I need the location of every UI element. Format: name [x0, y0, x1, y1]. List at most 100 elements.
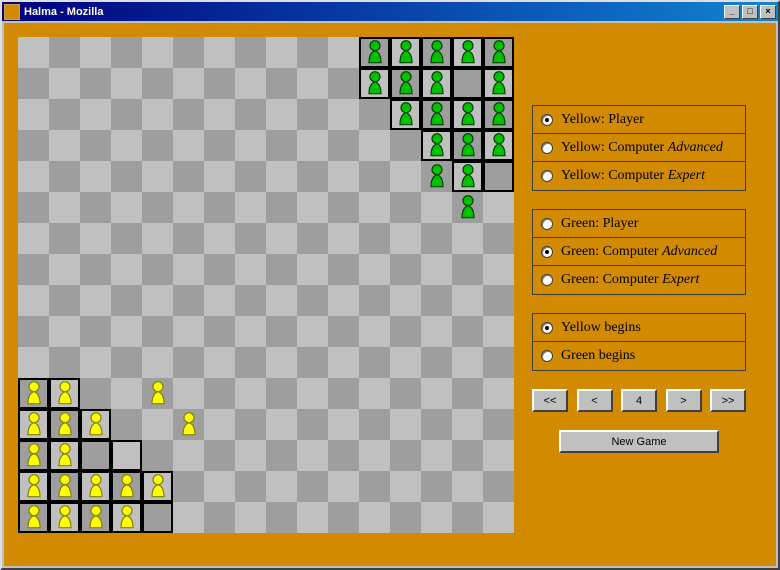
board-square[interactable]	[80, 68, 111, 99]
board-square[interactable]	[173, 223, 204, 254]
board-square[interactable]	[359, 68, 390, 99]
board-square[interactable]	[111, 68, 142, 99]
board-square[interactable]	[235, 68, 266, 99]
board-square[interactable]	[111, 378, 142, 409]
board-square[interactable]	[18, 347, 49, 378]
board-square[interactable]	[111, 347, 142, 378]
board-square[interactable]	[266, 192, 297, 223]
board-square[interactable]	[49, 471, 80, 502]
board-square[interactable]	[204, 254, 235, 285]
board-square[interactable]	[80, 192, 111, 223]
yellow-piece[interactable]	[23, 472, 45, 498]
board-square[interactable]	[328, 409, 359, 440]
board-square[interactable]	[80, 254, 111, 285]
board-square[interactable]	[80, 440, 111, 471]
board-square[interactable]	[390, 99, 421, 130]
begins-option-yellow[interactable]: Yellow begins	[533, 314, 745, 342]
green-option-player[interactable]: Green: Player	[533, 210, 745, 238]
board-square[interactable]	[18, 192, 49, 223]
board-square[interactable]	[173, 161, 204, 192]
board-square[interactable]	[452, 378, 483, 409]
board-square[interactable]	[452, 471, 483, 502]
board-square[interactable]	[483, 223, 514, 254]
board-square[interactable]	[483, 254, 514, 285]
board-square[interactable]	[483, 409, 514, 440]
board-square[interactable]	[297, 440, 328, 471]
board-square[interactable]	[204, 471, 235, 502]
board-square[interactable]	[173, 99, 204, 130]
board-square[interactable]	[483, 471, 514, 502]
yellow-piece[interactable]	[116, 503, 138, 529]
board-square[interactable]	[452, 316, 483, 347]
yellow-piece[interactable]	[54, 472, 76, 498]
green-piece[interactable]	[426, 131, 448, 157]
board-square[interactable]	[18, 409, 49, 440]
board-square[interactable]	[297, 99, 328, 130]
green-piece[interactable]	[426, 100, 448, 126]
board-square[interactable]	[328, 223, 359, 254]
board-square[interactable]	[49, 502, 80, 533]
board-square[interactable]	[111, 192, 142, 223]
board-square[interactable]	[142, 254, 173, 285]
board-square[interactable]	[18, 254, 49, 285]
nav-prev-button[interactable]: <	[577, 389, 613, 412]
board-square[interactable]	[452, 192, 483, 223]
board-square[interactable]	[18, 161, 49, 192]
green-piece[interactable]	[457, 162, 479, 188]
board-square[interactable]	[266, 440, 297, 471]
board-square[interactable]	[142, 378, 173, 409]
board-square[interactable]	[204, 347, 235, 378]
board-square[interactable]	[297, 192, 328, 223]
board-square[interactable]	[204, 502, 235, 533]
board-square[interactable]	[49, 254, 80, 285]
board-square[interactable]	[421, 347, 452, 378]
board-square[interactable]	[18, 502, 49, 533]
yellow-piece[interactable]	[54, 379, 76, 405]
board-square[interactable]	[359, 254, 390, 285]
board-square[interactable]	[328, 440, 359, 471]
board-square[interactable]	[235, 347, 266, 378]
board-square[interactable]	[483, 502, 514, 533]
board-square[interactable]	[235, 378, 266, 409]
board-square[interactable]	[18, 316, 49, 347]
board-square[interactable]	[80, 502, 111, 533]
board-square[interactable]	[235, 37, 266, 68]
board-square[interactable]	[142, 37, 173, 68]
board-square[interactable]	[421, 471, 452, 502]
board-square[interactable]	[204, 223, 235, 254]
green-piece[interactable]	[426, 38, 448, 64]
board-square[interactable]	[266, 347, 297, 378]
board-square[interactable]	[421, 254, 452, 285]
board-square[interactable]	[235, 440, 266, 471]
yellow-piece[interactable]	[23, 410, 45, 436]
board-square[interactable]	[328, 68, 359, 99]
board-square[interactable]	[390, 68, 421, 99]
board-square[interactable]	[204, 285, 235, 316]
board-square[interactable]	[111, 130, 142, 161]
board-square[interactable]	[235, 161, 266, 192]
board-square[interactable]	[18, 68, 49, 99]
board-square[interactable]	[328, 192, 359, 223]
board-square[interactable]	[359, 440, 390, 471]
nav-last-button[interactable]: >>	[710, 389, 746, 412]
board-square[interactable]	[452, 99, 483, 130]
yellow-piece[interactable]	[23, 503, 45, 529]
board-square[interactable]	[80, 99, 111, 130]
green-option-adv[interactable]: Green: Computer Advanced	[533, 238, 745, 266]
board-square[interactable]	[142, 316, 173, 347]
board-square[interactable]	[142, 347, 173, 378]
yellow-piece[interactable]	[23, 441, 45, 467]
board-square[interactable]	[359, 223, 390, 254]
board-square[interactable]	[173, 192, 204, 223]
board-square[interactable]	[266, 409, 297, 440]
board-square[interactable]	[18, 471, 49, 502]
board-square[interactable]	[390, 471, 421, 502]
board-square[interactable]	[235, 316, 266, 347]
yellow-piece[interactable]	[54, 503, 76, 529]
board-square[interactable]	[49, 192, 80, 223]
board-square[interactable]	[80, 37, 111, 68]
board-square[interactable]	[80, 378, 111, 409]
board-square[interactable]	[173, 378, 204, 409]
board-square[interactable]	[142, 409, 173, 440]
board-square[interactable]	[142, 99, 173, 130]
